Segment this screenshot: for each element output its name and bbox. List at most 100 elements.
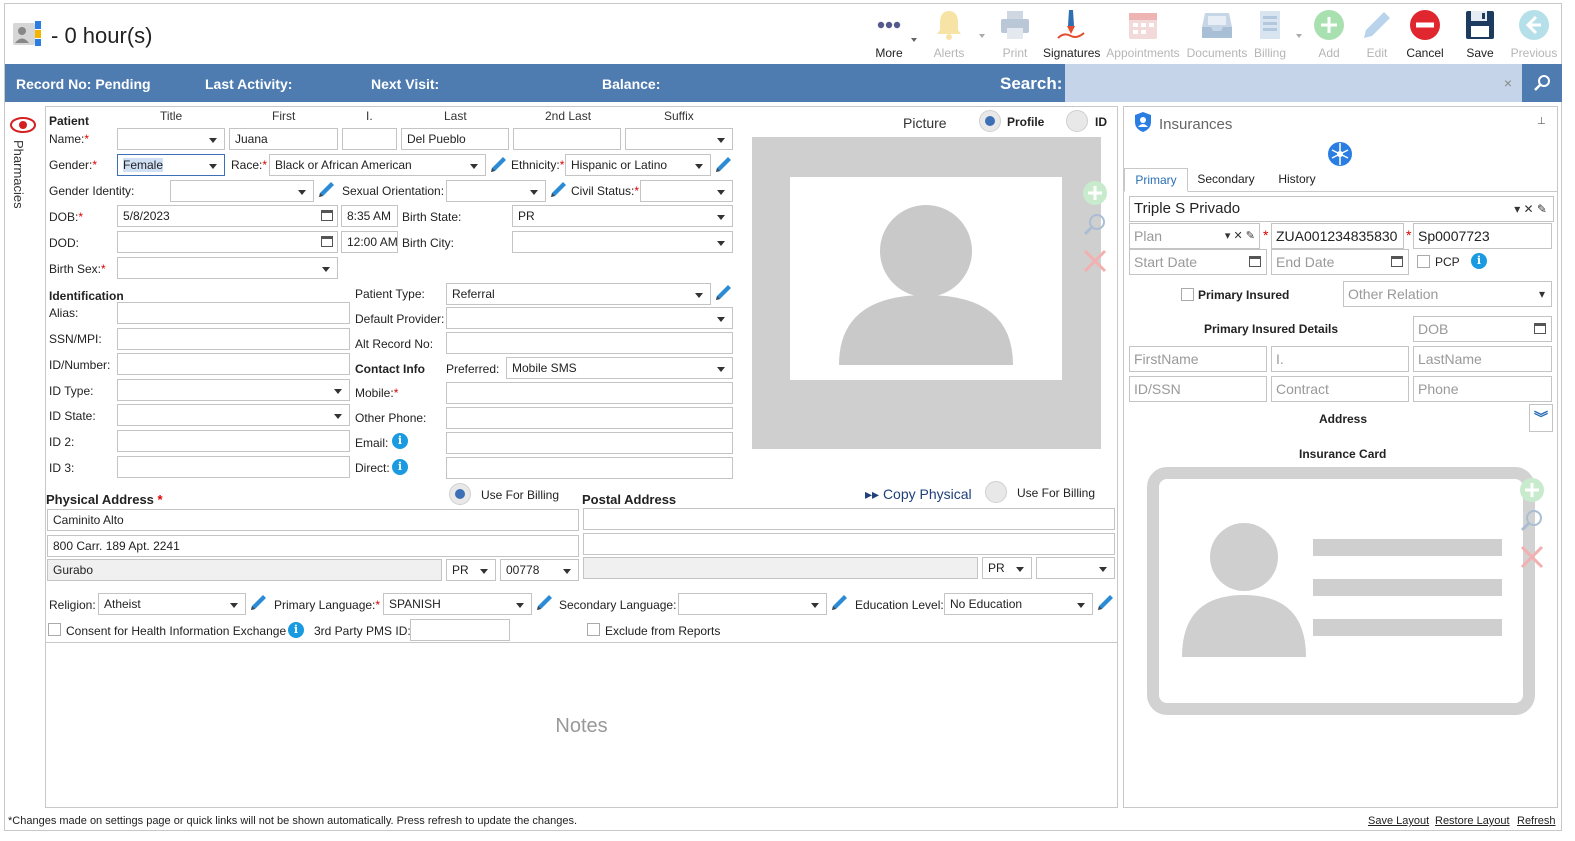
physical-use-billing-radio[interactable] <box>449 483 471 505</box>
postal-city-input[interactable] <box>583 557 978 579</box>
search-button[interactable] <box>1522 64 1562 102</box>
physical-zip-select[interactable]: 00778 <box>500 559 579 581</box>
insured-idssn-input[interactable]: ID/SSN <box>1129 376 1267 402</box>
suffix-select[interactable] <box>625 128 733 150</box>
mobile-input[interactable] <box>446 382 733 404</box>
start-date-input[interactable]: Start Date <box>1129 249 1267 275</box>
delete-picture-icon[interactable] <box>1082 248 1108 274</box>
dob-time-input[interactable]: 8:35 AM <box>341 205 398 227</box>
id2-input[interactable] <box>117 430 350 452</box>
postal-zip-select[interactable] <box>1036 557 1115 579</box>
dod-calendar-icon[interactable] <box>321 236 333 247</box>
default-provider-select[interactable] <box>446 307 733 329</box>
add-button[interactable]: Add <box>1308 6 1350 62</box>
insured-firstname-input[interactable]: FirstName <box>1129 346 1267 372</box>
patient-type-select[interactable]: Referral <box>446 283 711 305</box>
dob-calendar-icon[interactable] <box>321 210 333 221</box>
insured-phone-input[interactable]: Phone <box>1413 376 1552 402</box>
tab-primary[interactable]: Primary <box>1124 168 1188 192</box>
gender-select[interactable]: Female <box>117 154 225 176</box>
policy-number-input[interactable]: ZUA001234835830 <box>1271 223 1404 249</box>
birth-sex-select[interactable] <box>117 257 338 279</box>
dod-date-input[interactable] <box>117 231 338 253</box>
consent-info-icon[interactable]: i <box>288 622 304 638</box>
print-button[interactable]: Print <box>990 6 1040 62</box>
consent-checkbox[interactable] <box>48 623 61 636</box>
birth-state-select[interactable]: PR <box>512 205 733 227</box>
expand-address-button[interactable]: ︾ <box>1529 404 1553 432</box>
postal-address-line2[interactable] <box>583 533 1115 555</box>
tab-secondary[interactable]: Secondary <box>1190 168 1262 192</box>
dob-date-input[interactable]: 5/8/2023 <box>117 205 338 227</box>
exclude-reports-checkbox[interactable] <box>587 623 600 636</box>
physical-address-line2[interactable]: 800 Carr. 189 Apt. 2241 <box>47 535 579 557</box>
birth-city-select[interactable] <box>512 231 733 253</box>
copy-physical-button[interactable]: ▸▸ Copy Physical <box>865 486 972 503</box>
religion-select[interactable]: Atheist <box>98 593 246 615</box>
sexual-orientation-edit-icon[interactable] <box>548 180 568 200</box>
postal-use-billing-radio[interactable] <box>985 481 1007 503</box>
more-button[interactable]: More <box>866 6 917 62</box>
tab-history[interactable]: History <box>1266 168 1328 192</box>
race-select[interactable]: Black or African American <box>269 154 486 176</box>
previous-button[interactable]: Previous <box>1509 6 1559 62</box>
id-state-select[interactable] <box>117 404 350 426</box>
search-input[interactable]: × <box>1065 64 1522 102</box>
billing-button[interactable]: Billing <box>1250 6 1302 62</box>
alias-input[interactable] <box>117 302 350 324</box>
id-radio[interactable] <box>1066 110 1088 132</box>
direct-info-icon[interactable]: i <box>392 459 408 475</box>
education-level-select[interactable]: No Education <box>944 593 1093 615</box>
email-input[interactable] <box>446 432 733 454</box>
insured-lastname-input[interactable]: LastName <box>1413 346 1552 372</box>
documents-button[interactable]: Documents <box>1186 6 1248 62</box>
id-type-select[interactable] <box>117 379 350 401</box>
insured-initial-input[interactable]: I. <box>1271 346 1409 372</box>
save-button[interactable]: Save <box>1459 6 1501 62</box>
zoom-picture-icon[interactable] <box>1082 212 1108 238</box>
education-level-edit-icon[interactable] <box>1095 593 1115 613</box>
pms-id-input[interactable] <box>410 619 510 641</box>
last-name-input[interactable]: Del Pueblo <box>401 128 509 150</box>
pcp-info-icon[interactable]: i <box>1471 253 1487 269</box>
first-name-input[interactable]: Juana <box>229 128 338 150</box>
title-select[interactable] <box>117 128 225 150</box>
patient-type-edit-icon[interactable] <box>713 283 733 303</box>
edit-button[interactable]: Edit <box>1356 6 1398 62</box>
ethnicity-edit-icon[interactable] <box>713 155 733 175</box>
insurance-network-icon[interactable] <box>1326 140 1354 168</box>
middle-initial-input[interactable] <box>342 128 397 150</box>
direct-input[interactable] <box>446 457 733 479</box>
add-picture-icon[interactable] <box>1082 180 1108 206</box>
appointments-button[interactable]: Appointments <box>1104 6 1182 62</box>
clear-search-icon[interactable]: × <box>1504 75 1512 91</box>
physical-state-select[interactable]: PR <box>446 559 496 581</box>
delete-card-icon[interactable] <box>1519 544 1545 570</box>
postal-state-select[interactable]: PR <box>982 557 1032 579</box>
dod-time-input[interactable]: 12:00 AM <box>341 231 398 253</box>
physical-address-line1[interactable]: Caminito Alto <box>47 509 579 531</box>
profile-radio[interactable] <box>979 110 1001 132</box>
pin-icon[interactable]: ⊥ <box>1537 116 1546 127</box>
insurance-carrier-select[interactable]: Triple S Privado ▾ ✕ ✎ <box>1129 196 1554 222</box>
id3-input[interactable] <box>117 456 350 478</box>
other-relation-select[interactable]: Other Relation ▾ <box>1343 281 1552 307</box>
sexual-orientation-select[interactable] <box>446 180 546 202</box>
gender-identity-select[interactable] <box>170 180 314 202</box>
restore-layout-link[interactable]: Restore Layout <box>1435 815 1510 827</box>
pharmacies-side-tab[interactable]: Pharmacies <box>8 112 38 222</box>
preferred-contact-select[interactable]: Mobile SMS <box>506 357 733 379</box>
secondary-language-edit-icon[interactable] <box>829 593 849 613</box>
pcp-checkbox[interactable] <box>1417 255 1430 268</box>
physical-city-input[interactable]: Gurabo <box>47 559 442 581</box>
insured-contract-input[interactable]: Contract <box>1271 376 1409 402</box>
add-card-icon[interactable] <box>1519 477 1545 503</box>
zoom-card-icon[interactable] <box>1519 508 1545 534</box>
refresh-link[interactable]: Refresh <box>1517 815 1556 827</box>
postal-address-line1[interactable] <box>583 508 1115 530</box>
notes-textarea[interactable]: Notes <box>46 642 1117 807</box>
group-number-input[interactable]: Sp0007723 <box>1413 223 1552 249</box>
signatures-button[interactable]: Signatures <box>1043 6 1100 62</box>
ethnicity-select[interactable]: Hispanic or Latino <box>565 154 711 176</box>
primary-insured-checkbox[interactable] <box>1181 288 1194 301</box>
